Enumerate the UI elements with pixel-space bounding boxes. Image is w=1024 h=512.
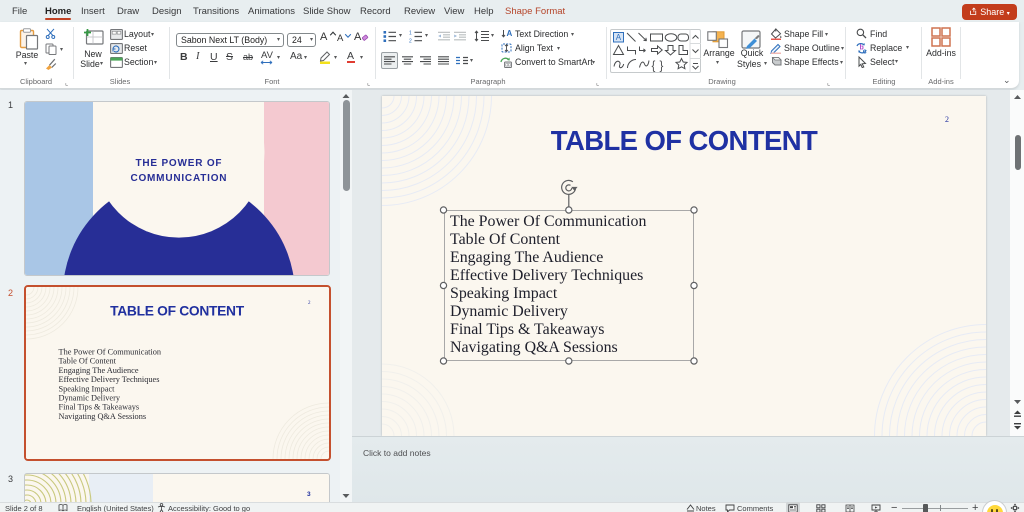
svg-text:COMMUNICATION: COMMUNICATION xyxy=(130,173,227,184)
svg-text:Table Of Content: Table Of Content xyxy=(59,357,117,366)
svg-text:}: } xyxy=(660,60,664,72)
svg-text:Navigating Q&A Sessions: Navigating Q&A Sessions xyxy=(59,412,147,421)
svg-text:Final Tips & Takeaways: Final Tips & Takeaways xyxy=(59,403,140,412)
svg-text:A: A xyxy=(507,29,513,38)
svg-text:The Power Of Communication: The Power Of Communication xyxy=(59,348,162,357)
svg-text:c: c xyxy=(863,49,867,55)
svg-text:2: 2 xyxy=(409,39,412,43)
svg-text:{: { xyxy=(652,60,656,72)
svg-text:Speaking Impact: Speaking Impact xyxy=(59,384,116,393)
svg-text:A: A xyxy=(616,33,622,42)
svg-text:Effective Delivery Techniques: Effective Delivery Techniques xyxy=(59,375,160,384)
svg-text:1: 1 xyxy=(409,31,412,37)
svg-text:THE POWER OF: THE POWER OF xyxy=(135,158,222,169)
svg-text:Engaging The Audience: Engaging The Audience xyxy=(59,366,139,375)
svg-text:3: 3 xyxy=(307,491,311,498)
svg-text:Dynamic Delivery: Dynamic Delivery xyxy=(59,394,121,403)
svg-text:TABLE OF CONTENT: TABLE OF CONTENT xyxy=(110,304,245,319)
